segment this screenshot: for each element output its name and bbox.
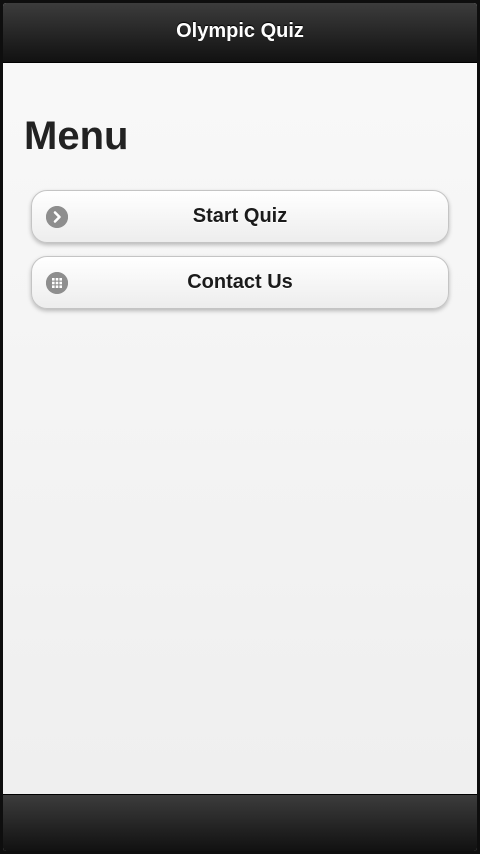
start-quiz-label: Start Quiz (192, 205, 288, 227)
page-title: Menu (24, 114, 129, 158)
main-content: Menu Start Quiz Contact Us (3, 63, 477, 795)
app-frame: Olympic Quiz Menu Start Quiz Contact Us (3, 3, 477, 851)
start-quiz-button[interactable]: Start Quiz (31, 190, 449, 243)
footer-bar (3, 794, 477, 851)
contact-us-button[interactable]: Contact Us (31, 256, 449, 309)
header-bar: Olympic Quiz (3, 3, 477, 63)
app-title: Olympic Quiz (176, 20, 304, 42)
contact-us-label: Contact Us (187, 271, 293, 293)
